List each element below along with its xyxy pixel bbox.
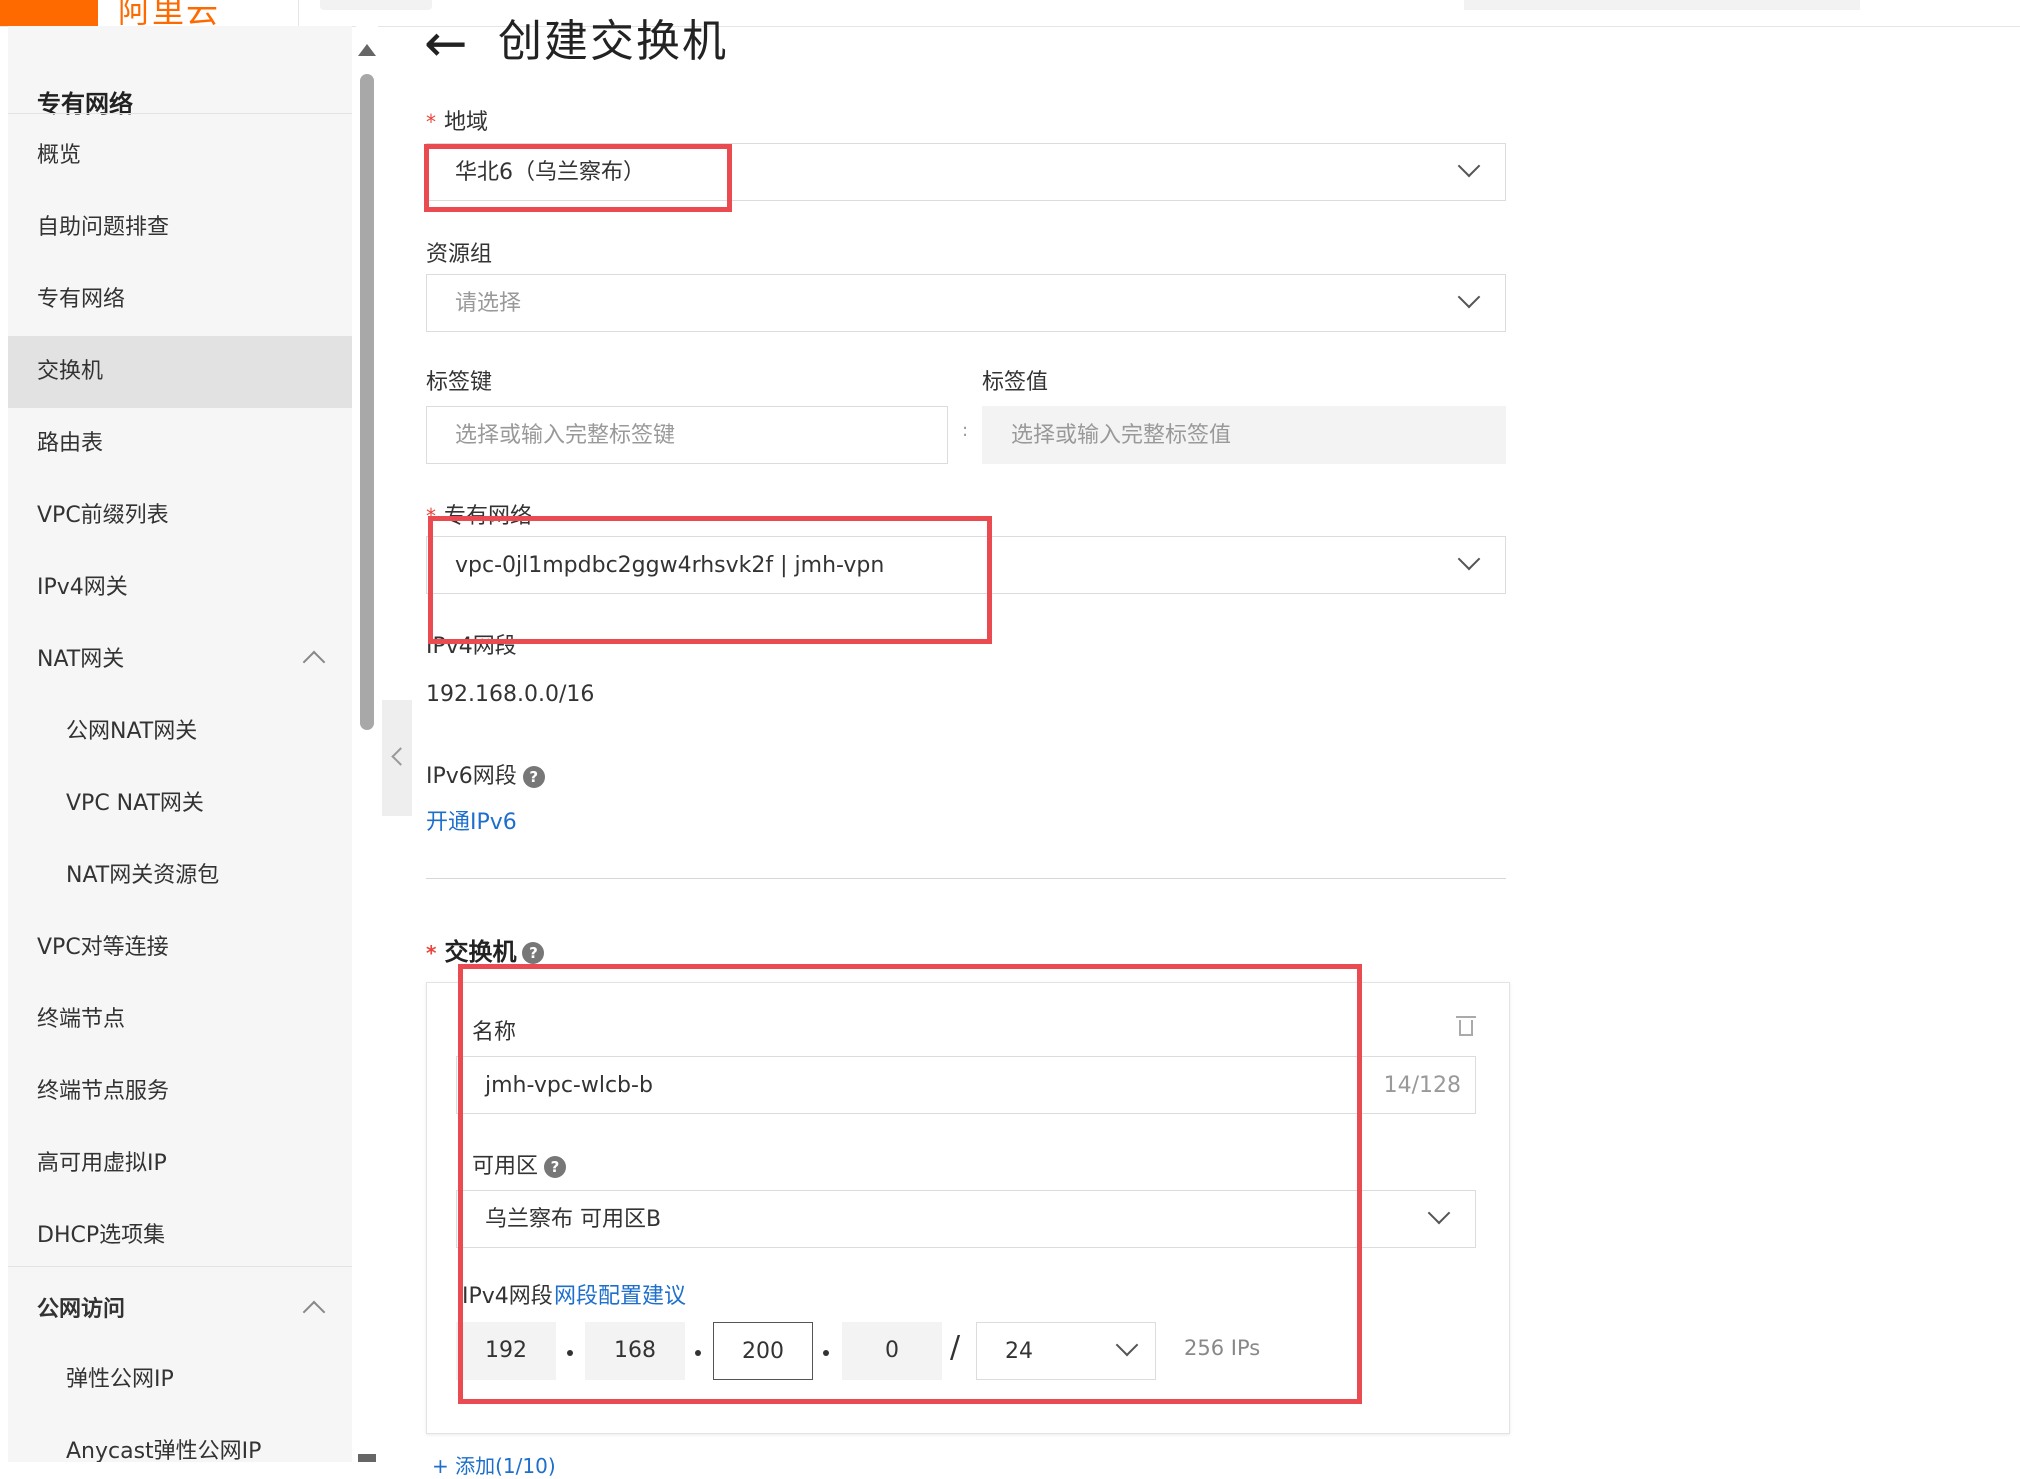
sidebar-item-label: VPC对等连接 [37, 935, 169, 960]
sidebar-item-vpc[interactable]: 专有网络 [8, 264, 352, 336]
sidebar-item-endpoint-service[interactable]: 终端节点服务 [8, 1056, 352, 1128]
sidebar-item-nat-gateway[interactable]: NAT网关 [8, 624, 352, 696]
chevron-down-icon [1457, 547, 1481, 571]
sidebar-item-label: 路由表 [37, 431, 104, 456]
help-icon[interactable]: ? [522, 766, 545, 788]
global-search-input[interactable] [1464, 0, 1860, 10]
sidebar-item-label: 弹性公网IP [66, 1367, 174, 1392]
sidebar-item-havip[interactable]: 高可用虚拟IP [8, 1128, 352, 1200]
tag-value-input[interactable]: 选择或输入完整标签值 [982, 406, 1506, 464]
sidebar-item-label: 高可用虚拟IP [37, 1151, 167, 1176]
sidebar-item-label: NAT网关资源包 [66, 863, 220, 888]
sidebar-item-diagnosis[interactable]: 自助问题排查 [8, 192, 352, 264]
resource-group-label: 资源组 [426, 242, 493, 267]
sidebar: 专有网络 概览 自助问题排查 专有网络 交换机 路由表 VPC前缀列表 IPv4… [8, 26, 352, 1462]
sidebar-item-label: 终端节点服务 [37, 1079, 170, 1104]
workbench-button[interactable] [320, 0, 432, 10]
tag-value-placeholder: 选择或输入完整标签值 [1011, 423, 1232, 448]
sidebar-item-vswitch[interactable]: 交换机 [8, 336, 352, 408]
sidebar-item-label: VPC前缀列表 [37, 503, 169, 528]
scroll-down-arrow-icon[interactable] [358, 1454, 376, 1462]
console-menu-button[interactable] [0, 0, 98, 26]
highlight-box-region [424, 144, 732, 212]
sidebar-item-nat-package[interactable]: NAT网关资源包 [8, 840, 352, 912]
sidebar-item-prefix-list[interactable]: VPC前缀列表 [8, 480, 352, 552]
topbar-divider [298, 0, 299, 26]
enable-ipv6-link[interactable]: 开通IPv6 [426, 804, 517, 836]
tag-key-label: 标签键 [426, 370, 493, 395]
sidebar-item-public-nat[interactable]: 公网NAT网关 [8, 696, 352, 768]
sidebar-item-label: 公网NAT网关 [66, 719, 198, 744]
sidebar-item-label: 终端节点 [37, 1007, 126, 1032]
sidebar-item-label: IPv4网关 [37, 575, 128, 600]
sidebar-divider [8, 1266, 352, 1267]
sidebar-item-label: NAT网关 [37, 647, 125, 672]
chevron-down-icon [1427, 1201, 1451, 1225]
scroll-up-arrow-icon[interactable] [358, 44, 376, 56]
sidebar-item-label: 公网访问 [37, 1297, 126, 1322]
sidebar-item-vpc-nat[interactable]: VPC NAT网关 [8, 768, 352, 840]
required-mark: * [426, 941, 437, 965]
ipv4-cidr-value: 192.168.0.0/16 [426, 682, 595, 707]
resource-group-select[interactable]: 请选择 [426, 274, 1506, 332]
sidebar-item-label: 概览 [37, 143, 82, 168]
page-title: 创建交换机 [498, 16, 728, 67]
sidebar-item-overview[interactable]: 概览 [8, 120, 352, 192]
sidebar-group-public-access[interactable]: 公网访问 [8, 1274, 352, 1346]
chevron-down-icon [1457, 154, 1481, 178]
name-char-count: 14/128 [1383, 1073, 1461, 1098]
scrollbar-thumb[interactable] [360, 74, 374, 730]
sidebar-item-label: DHCP选项集 [37, 1223, 166, 1248]
sidebar-item-dhcp[interactable]: DHCP选项集 [8, 1200, 352, 1272]
sidebar-item-label: Anycast弹性公网IP [66, 1439, 262, 1462]
sidebar-item-eip[interactable]: 弹性公网IP [8, 1344, 352, 1416]
help-icon[interactable]: ? [522, 942, 545, 964]
chevron-up-icon [302, 1300, 326, 1324]
sidebar-item-label: 交换机 [37, 359, 104, 384]
resource-group-placeholder: 请选择 [455, 291, 522, 316]
sidebar-item-vpc-peering[interactable]: VPC对等连接 [8, 912, 352, 984]
back-arrow-icon[interactable]: ← [424, 18, 468, 70]
tag-value-label: 标签值 [982, 370, 1049, 395]
highlight-box-vpc [428, 516, 992, 644]
required-mark: * [426, 110, 436, 134]
tag-key-placeholder: 选择或输入完整标签键 [455, 423, 676, 448]
add-vswitch-link[interactable]: + 添加(1/10) [432, 1450, 556, 1479]
sidebar-item-label: VPC NAT网关 [66, 791, 204, 816]
sidebar-item-label: 自助问题排查 [37, 215, 170, 240]
sidebar-item-ipv4-gateway[interactable]: IPv4网关 [8, 552, 352, 624]
chevron-up-icon [302, 650, 326, 674]
region-label: * 地域 [426, 110, 489, 135]
sidebar-item-endpoint[interactable]: 终端节点 [8, 984, 352, 1056]
vswitch-section-title: * 交换机? [426, 932, 545, 967]
section-divider [426, 878, 1506, 879]
sidebar-item-label: 专有网络 [37, 287, 126, 312]
delete-icon[interactable] [1456, 1016, 1476, 1036]
chevron-down-icon [1457, 285, 1481, 309]
tag-key-input[interactable]: 选择或输入完整标签键 [426, 406, 948, 464]
tag-separator: : [962, 420, 969, 441]
sidebar-item-anycast-eip[interactable]: Anycast弹性公网IP [8, 1416, 352, 1462]
highlight-box-vswitch [458, 964, 1362, 1404]
sidebar-divider [8, 113, 352, 114]
ipv6-cidr-label: IPv6网段? [426, 758, 545, 790]
sidebar-item-route-table[interactable]: 路由表 [8, 408, 352, 480]
